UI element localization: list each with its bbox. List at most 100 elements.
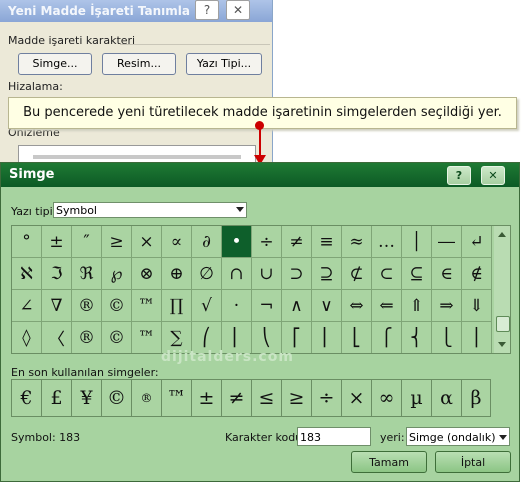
symbol-cell[interactable]: ∂ bbox=[192, 226, 222, 258]
recent-symbol-cell[interactable]: © bbox=[101, 379, 131, 417]
symbol-cell[interactable]: ∠ bbox=[12, 290, 42, 322]
symbol-button[interactable]: Simge... bbox=[18, 53, 92, 75]
symbol-cell[interactable]: ° bbox=[12, 226, 42, 258]
symbol-cell[interactable]: √ bbox=[192, 290, 222, 322]
recent-symbol-cell[interactable]: ¥ bbox=[71, 379, 101, 417]
symbol-cell[interactable]: ® bbox=[72, 322, 102, 353]
symbol-cell[interactable]: ∝ bbox=[162, 226, 192, 258]
symbol-cell[interactable]: ⊇ bbox=[312, 258, 342, 290]
recent-symbol-cell[interactable]: × bbox=[341, 379, 371, 417]
symbol-cell[interactable]: ⇐ bbox=[372, 290, 402, 322]
symbol-cell[interactable]: ◊ bbox=[12, 322, 42, 353]
symbol-cell[interactable]: ÷ bbox=[252, 226, 282, 258]
recent-symbol-cell[interactable]: ± bbox=[191, 379, 221, 417]
symbol-cell[interactable]: ⎨ bbox=[402, 322, 432, 353]
recent-symbol-cell[interactable]: ® bbox=[131, 379, 161, 417]
symbol-cell[interactable]: ™ bbox=[132, 290, 162, 322]
symbol-cell[interactable]: ∇ bbox=[42, 290, 72, 322]
symbol-cell[interactable]: ⊄ bbox=[342, 258, 372, 290]
symbol-cell[interactable]: ∏ bbox=[162, 290, 192, 322]
scroll-thumb[interactable] bbox=[496, 316, 510, 332]
symbol-cell[interactable]: ℘ bbox=[102, 258, 132, 290]
symbol-cell[interactable]: ∧ bbox=[282, 290, 312, 322]
symbol-cell[interactable]: ≥ bbox=[102, 226, 132, 258]
symbol-cell[interactable]: ⊕ bbox=[162, 258, 192, 290]
symbol-cell[interactable]: ≠ bbox=[282, 226, 312, 258]
font-button[interactable]: Yazı Tipi... bbox=[186, 53, 262, 75]
symbol-cell[interactable]: ≡ bbox=[312, 226, 342, 258]
background-dialog: Yeni Madde İşareti Tanımla ? ✕ Madde işa… bbox=[0, 0, 273, 172]
font-select[interactable]: Symbol bbox=[53, 202, 247, 218]
ok-button[interactable]: Tamam bbox=[351, 451, 427, 473]
help-button[interactable]: ? bbox=[447, 166, 471, 185]
symbol-cell[interactable]: ℜ bbox=[72, 258, 102, 290]
recent-symbol-cell[interactable]: € bbox=[11, 379, 41, 417]
symbol-cell[interactable]: • bbox=[222, 226, 252, 258]
symbol-cell[interactable]: ∩ bbox=[222, 258, 252, 290]
char-code-label: Karakter kodu: bbox=[225, 431, 306, 444]
chevron-down-icon[interactable] bbox=[499, 435, 507, 440]
symbol-cell[interactable]: 〈 bbox=[42, 322, 72, 353]
char-code-value: 183 bbox=[300, 431, 321, 444]
symbol-cell[interactable]: ⊃ bbox=[282, 258, 312, 290]
recent-symbol-cell[interactable]: µ bbox=[401, 379, 431, 417]
symbol-cell[interactable]: ⊆ bbox=[402, 258, 432, 290]
symbol-cell[interactable]: ± bbox=[42, 226, 72, 258]
recent-symbol-cell[interactable]: ÷ bbox=[311, 379, 341, 417]
chevron-down-icon[interactable] bbox=[236, 207, 244, 212]
symbol-cell[interactable]: ∅ bbox=[192, 258, 222, 290]
symbol-cell[interactable]: … bbox=[372, 226, 402, 258]
symbol-grid-scrollbar[interactable] bbox=[494, 226, 510, 353]
background-close-button[interactable]: ✕ bbox=[226, 0, 250, 20]
symbol-cell[interactable]: · bbox=[222, 290, 252, 322]
symbol-cell[interactable]: ∈ bbox=[432, 258, 462, 290]
recent-symbol-cell[interactable]: ∞ bbox=[371, 379, 401, 417]
symbol-cell[interactable]: ¬ bbox=[252, 290, 282, 322]
symbol-cell[interactable]: ⊗ bbox=[132, 258, 162, 290]
scroll-up-icon[interactable] bbox=[498, 232, 506, 237]
symbol-cell[interactable]: ⎪ bbox=[462, 322, 492, 353]
recent-symbol-cell[interactable]: ≠ bbox=[221, 379, 251, 417]
recent-symbol-cell[interactable]: β bbox=[461, 379, 491, 417]
symbol-cell[interactable]: ″ bbox=[72, 226, 102, 258]
symbol-cell[interactable]: × bbox=[132, 226, 162, 258]
symbol-cell[interactable]: ― bbox=[432, 226, 462, 258]
symbol-cell[interactable]: ® bbox=[72, 290, 102, 322]
symbol-cell[interactable]: © bbox=[102, 322, 132, 353]
symbol-cell[interactable]: ⎢ bbox=[312, 322, 342, 353]
bullet-character-group-label: Madde işareti karakteri bbox=[8, 34, 136, 47]
symbol-cell[interactable]: ⎣ bbox=[342, 322, 372, 353]
pointer-line bbox=[259, 127, 261, 157]
symbol-cell[interactable]: ∉ bbox=[462, 258, 492, 290]
group-separator bbox=[120, 44, 270, 45]
recent-symbol-cell[interactable]: £ bbox=[41, 379, 71, 417]
recent-symbol-cell[interactable]: α bbox=[431, 379, 461, 417]
symbol-cell[interactable]: ⎧ bbox=[372, 322, 402, 353]
cancel-button[interactable]: İptal bbox=[435, 451, 511, 473]
symbol-cell[interactable]: ⊂ bbox=[372, 258, 402, 290]
symbol-cell[interactable]: ⎩ bbox=[432, 322, 462, 353]
symbol-cell[interactable]: ⇑ bbox=[402, 290, 432, 322]
watermark: dijitalders.com bbox=[161, 349, 294, 365]
background-help-button[interactable]: ? bbox=[195, 0, 219, 20]
symbol-cell[interactable]: ⇓ bbox=[462, 290, 492, 322]
symbol-cell[interactable]: ∨ bbox=[312, 290, 342, 322]
symbol-cell[interactable]: ™ bbox=[132, 322, 162, 353]
symbol-cell[interactable]: ⇒ bbox=[432, 290, 462, 322]
recent-symbol-cell[interactable]: ≥ bbox=[281, 379, 311, 417]
char-code-input[interactable]: 183 bbox=[297, 427, 371, 446]
from-select[interactable]: Simge (ondalık) bbox=[406, 427, 510, 446]
symbol-cell[interactable]: ≈ bbox=[342, 226, 372, 258]
picture-button[interactable]: Resim... bbox=[102, 53, 176, 75]
recent-symbol-cell[interactable]: ≤ bbox=[251, 379, 281, 417]
close-button[interactable]: ✕ bbox=[481, 166, 505, 185]
symbol-cell[interactable]: © bbox=[102, 290, 132, 322]
symbol-cell[interactable]: ⇔ bbox=[342, 290, 372, 322]
symbol-cell[interactable]: ℑ bbox=[42, 258, 72, 290]
symbol-cell[interactable]: ℵ bbox=[12, 258, 42, 290]
symbol-cell[interactable]: ↵ bbox=[462, 226, 492, 258]
scroll-down-icon[interactable] bbox=[498, 342, 506, 347]
symbol-cell[interactable]: ∪ bbox=[252, 258, 282, 290]
recent-symbol-cell[interactable]: ™ bbox=[161, 379, 191, 417]
symbol-cell[interactable]: │ bbox=[402, 226, 432, 258]
